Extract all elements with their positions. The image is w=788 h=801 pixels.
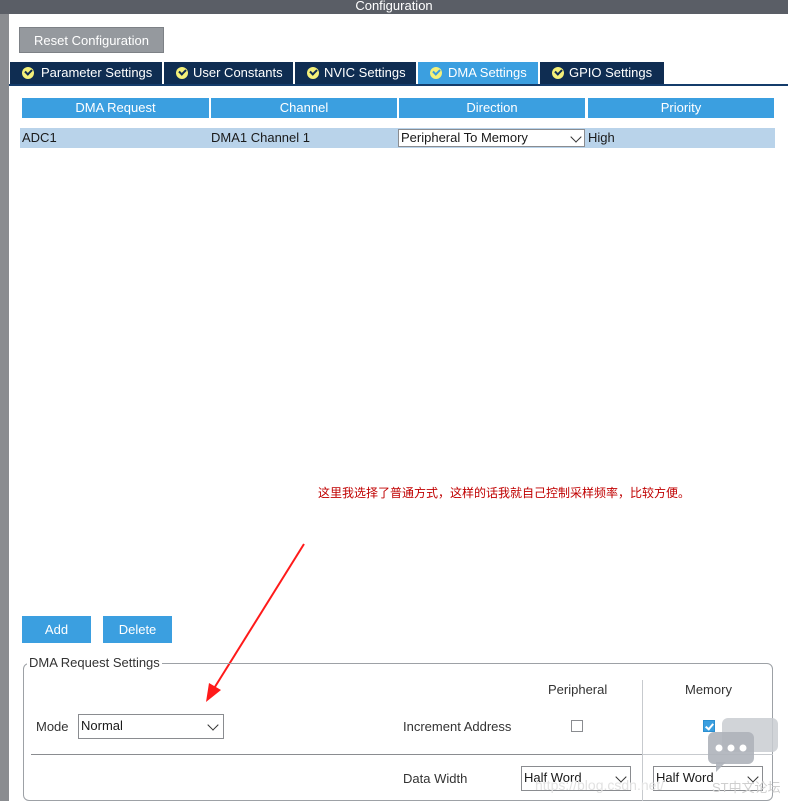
- add-button[interactable]: Add: [22, 616, 91, 643]
- mode-select[interactable]: Normal: [78, 714, 224, 739]
- watermark-url: https://blog.csdn.net/: [535, 777, 665, 793]
- mode-value: Normal: [81, 718, 123, 733]
- increment-address-label: Increment Address: [403, 719, 512, 734]
- peripheral-header: Peripheral: [548, 682, 608, 697]
- data-width-label: Data Width: [403, 771, 468, 786]
- memory-header: Memory: [685, 682, 732, 697]
- chat-bubbles-icon: [708, 718, 778, 772]
- row-divider: [31, 754, 642, 755]
- data-width-memory-value: Half Word: [656, 770, 714, 785]
- delete-button[interactable]: Delete: [103, 616, 172, 643]
- settings-legend: DMA Request Settings: [27, 655, 162, 670]
- mode-label: Mode: [36, 719, 69, 734]
- chevron-down-icon: [207, 719, 219, 731]
- increment-peripheral-checkbox[interactable]: [571, 720, 583, 732]
- st-forum-badge: ST中文论坛: [712, 780, 781, 795]
